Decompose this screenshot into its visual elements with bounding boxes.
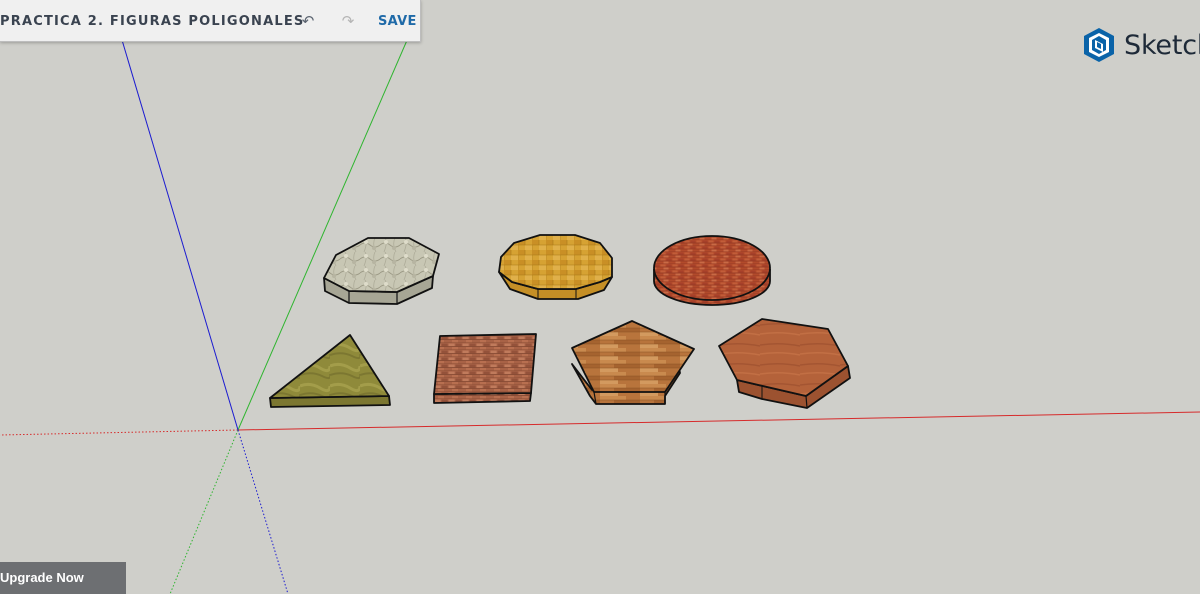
decagon-gold-shape[interactable]: [498, 234, 613, 300]
axes: [0, 37, 1200, 594]
square-brick-shape[interactable]: [433, 333, 537, 404]
cylinder-brick-shape[interactable]: [653, 235, 771, 306]
sketchup-logo-icon: [1084, 28, 1114, 62]
3d-viewport[interactable]: [0, 0, 1200, 594]
red-axis-positive: [237, 411, 1200, 431]
redo-icon[interactable]: ↷: [339, 12, 357, 30]
document-title[interactable]: PRACTICA 2. FIGURAS POLIGONALES: [0, 14, 304, 29]
upgrade-now-button[interactable]: Upgrade Now: [0, 562, 126, 594]
triangle-olive-shape[interactable]: [269, 334, 391, 408]
save-button[interactable]: SAVE: [378, 14, 417, 29]
blue-axis-positive: [121, 39, 239, 431]
blue-axis-negative: [237, 429, 289, 594]
brand-name: SketchUp: [1124, 29, 1200, 61]
octagon-stone-shape[interactable]: [323, 237, 440, 305]
red-axis-negative: [0, 429, 239, 436]
green-axis-negative: [169, 429, 239, 594]
brand: SketchUp: [1082, 27, 1200, 63]
hexagon-wood-shape[interactable]: [718, 318, 851, 409]
top-toolbar: PRACTICA 2. FIGURAS POLIGONALES ↶ ↷ SAVE: [0, 0, 421, 42]
undo-icon[interactable]: ↶: [299, 12, 317, 30]
pentagon-wood-shape[interactable]: [571, 320, 695, 405]
